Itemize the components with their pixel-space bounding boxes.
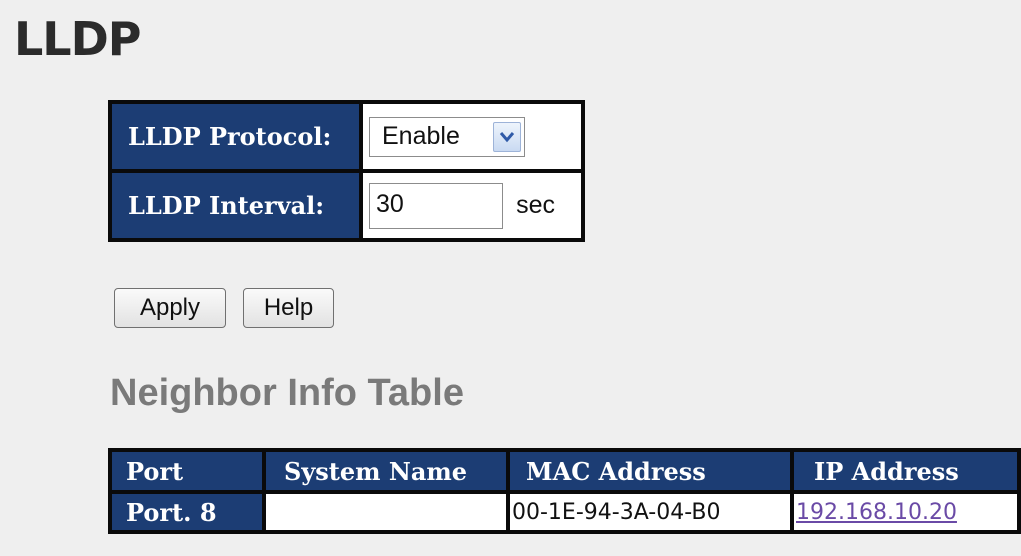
protocol-select-value: Enable [382, 121, 460, 150]
help-button[interactable]: Help [243, 288, 334, 328]
column-header-port: Port [112, 452, 262, 490]
neighbor-info-table: Port System Name MAC Address IP Address … [108, 448, 1021, 534]
interval-input[interactable]: 30 [369, 182, 503, 229]
row-mac-address: 00-1E-94-3A-04-B0 [510, 494, 790, 530]
interval-label: LLDP Interval: [112, 173, 359, 238]
table-header-row: Port System Name MAC Address IP Address [112, 452, 1017, 490]
page-title: LLDP [14, 12, 142, 66]
interval-unit: sec [516, 191, 555, 219]
row-system-name [266, 494, 506, 530]
column-header-system-name: System Name [266, 452, 506, 490]
interval-row: LLDP Interval: 30 sec [112, 173, 581, 238]
protocol-select[interactable]: Enable [369, 116, 525, 157]
protocol-row: LLDP Protocol: Enable [112, 104, 581, 169]
protocol-label: LLDP Protocol: [112, 104, 359, 169]
apply-button[interactable]: Apply [114, 288, 226, 328]
interval-cell: 30 sec [363, 173, 581, 238]
table-row: Port. 8 00-1E-94-3A-04-B0 192.168.10.20 [112, 494, 1017, 530]
ip-address-link[interactable]: 192.168.10.20 [796, 500, 957, 525]
row-port: Port. 8 [112, 494, 262, 530]
row-ip-cell: 192.168.10.20 [794, 494, 1017, 530]
column-header-ip-address: IP Address [794, 452, 1017, 490]
column-header-mac-address: MAC Address [510, 452, 790, 490]
chevron-down-icon[interactable] [493, 121, 521, 152]
lldp-config-table: LLDP Protocol: Enable LLDP Interval: 30 … [108, 100, 585, 242]
neighbor-table-title: Neighbor Info Table [110, 372, 464, 414]
protocol-cell: Enable [363, 104, 581, 169]
